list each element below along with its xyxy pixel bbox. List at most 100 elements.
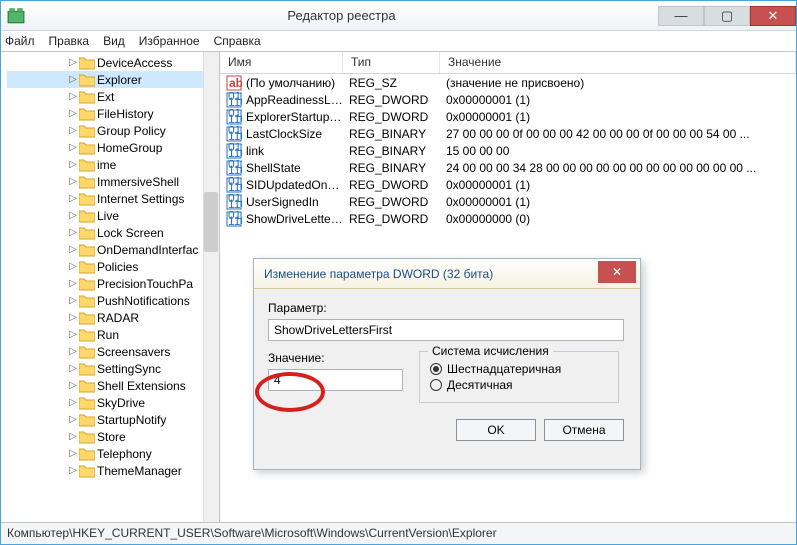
tree-item[interactable]: ▷HomeGroup (7, 139, 219, 156)
expand-icon[interactable]: ▷ (67, 91, 79, 102)
list-row[interactable]: 011110UserSignedInREG_DWORD0x00000001 (1… (220, 193, 796, 210)
tree-item[interactable]: ▷RADAR (7, 309, 219, 326)
list-row[interactable]: 011110AppReadinessLo...REG_DWORD0x000000… (220, 91, 796, 108)
reg-value-icon: 011110 (226, 92, 242, 108)
tree-item[interactable]: ▷DeviceAccess (7, 54, 219, 71)
expand-icon[interactable]: ▷ (67, 448, 79, 459)
list-header: Имя Тип Значение (220, 52, 796, 74)
svg-text:110: 110 (228, 112, 242, 125)
expand-icon[interactable]: ▷ (67, 261, 79, 272)
expand-icon[interactable]: ▷ (67, 380, 79, 391)
menu-view[interactable]: Вид (103, 34, 125, 48)
tree-item[interactable]: ▷ Ext (7, 88, 219, 105)
folder-icon (79, 328, 95, 342)
expand-icon[interactable]: ▷ (67, 329, 79, 340)
tree-item[interactable]: ▷OnDemandInterfac (7, 241, 219, 258)
folder-icon (79, 192, 95, 206)
expand-icon[interactable]: ▷ (67, 295, 79, 306)
svg-text:110: 110 (228, 95, 242, 108)
value-input[interactable] (268, 369, 403, 391)
expand-icon[interactable]: ▷ (67, 125, 79, 136)
tree-item[interactable]: ▷Run (7, 326, 219, 343)
expand-icon[interactable]: ▷ (67, 397, 79, 408)
tree-item[interactable]: ▷Store (7, 428, 219, 445)
list-row[interactable]: 011110ShowDriveLetter...REG_DWORD0x00000… (220, 210, 796, 227)
tree-item[interactable]: ▷Lock Screen (7, 224, 219, 241)
radio-hex[interactable]: Шестнадцатеричная (430, 362, 608, 376)
list-row[interactable]: ab(По умолчанию)REG_SZ(значение не присв… (220, 74, 796, 91)
menu-help[interactable]: Справка (214, 34, 261, 48)
tree-item[interactable]: ▷ ThemeManager (7, 462, 219, 479)
expand-icon[interactable]: ▷ (67, 312, 79, 323)
tree-item[interactable]: ▷SettingSync (7, 360, 219, 377)
tree-item[interactable]: ▷Internet Settings (7, 190, 219, 207)
list-row[interactable]: 011110linkREG_BINARY15 00 00 00 (220, 142, 796, 159)
expand-icon[interactable]: ▷ (67, 414, 79, 425)
col-value[interactable]: Значение (440, 52, 796, 73)
expand-icon[interactable]: ▷ (67, 159, 79, 170)
expand-icon[interactable]: ▷ (67, 176, 79, 187)
menu-favorites[interactable]: Избранное (139, 34, 200, 48)
ok-button[interactable]: OK (456, 419, 536, 441)
col-type[interactable]: Тип (343, 52, 440, 73)
radio-dec[interactable]: Десятичная (430, 378, 608, 392)
menu-edit[interactable]: Правка (49, 34, 90, 48)
svg-text:110: 110 (228, 214, 242, 227)
tree-item[interactable]: ▷Group Policy (7, 122, 219, 139)
close-button[interactable]: ✕ (750, 6, 796, 26)
titlebar[interactable]: Редактор реестра — ▢ ✕ (1, 1, 796, 31)
menu-file[interactable]: Файл (5, 34, 35, 48)
expand-icon[interactable]: ▷ (67, 244, 79, 255)
tree-item-label: ThemeManager (97, 464, 182, 478)
list-row[interactable]: 011110ExplorerStartupT...REG_DWORD0x0000… (220, 108, 796, 125)
expand-icon[interactable]: ▷ (67, 74, 79, 85)
tree-item-label: StartupNotify (97, 413, 166, 427)
list-row[interactable]: 011110ShellStateREG_BINARY24 00 00 00 34… (220, 159, 796, 176)
expand-icon[interactable]: ▷ (67, 278, 79, 289)
tree-item[interactable]: ▷SkyDrive (7, 394, 219, 411)
dialog-titlebar[interactable]: Изменение параметра DWORD (32 бита) ✕ (254, 259, 640, 289)
minimize-button[interactable]: — (658, 6, 704, 26)
tree-item[interactable]: ▷ImmersiveShell (7, 173, 219, 190)
expand-icon[interactable]: ▷ (67, 108, 79, 119)
value-type: REG_DWORD (343, 178, 440, 192)
dialog-title: Изменение параметра DWORD (32 бита) (264, 267, 493, 281)
maximize-button[interactable]: ▢ (704, 6, 750, 26)
reg-value-icon: 011110 (226, 211, 242, 227)
tree-item[interactable]: ▷Explorer (7, 71, 219, 88)
dialog-close-button[interactable]: ✕ (598, 261, 636, 283)
expand-icon[interactable]: ▷ (67, 142, 79, 153)
expand-icon[interactable]: ▷ (67, 431, 79, 442)
value-data: 0x00000001 (1) (440, 110, 796, 124)
tree-item[interactable]: ▷Live (7, 207, 219, 224)
col-name[interactable]: Имя (220, 52, 343, 73)
expand-icon[interactable]: ▷ (67, 210, 79, 221)
expand-icon[interactable]: ▷ (67, 346, 79, 357)
svg-text:110: 110 (228, 129, 242, 142)
expand-icon[interactable]: ▷ (67, 465, 79, 476)
tree-item-label: Ext (97, 90, 114, 104)
tree-item[interactable]: ▷PushNotifications (7, 292, 219, 309)
tree-item[interactable]: ▷Policies (7, 258, 219, 275)
expand-icon[interactable]: ▷ (67, 193, 79, 204)
cancel-button[interactable]: Отмена (544, 419, 624, 441)
tree-item[interactable]: ▷Telephony (7, 445, 219, 462)
tree-item-label: Shell Extensions (97, 379, 186, 393)
folder-icon (79, 413, 95, 427)
tree-item[interactable]: ▷ Shell Extensions (7, 377, 219, 394)
tree-scrollbar[interactable] (203, 52, 219, 522)
tree-item[interactable]: ▷PrecisionTouchPa (7, 275, 219, 292)
menubar: Файл Правка Вид Избранное Справка (1, 31, 796, 51)
tree-item[interactable]: ▷FileHistory (7, 105, 219, 122)
expand-icon[interactable]: ▷ (67, 363, 79, 374)
folder-icon (79, 243, 95, 257)
expand-icon[interactable]: ▷ (67, 227, 79, 238)
list-row[interactable]: 011110LastClockSizeREG_BINARY27 00 00 00… (220, 125, 796, 142)
tree-item[interactable]: ▷ime (7, 156, 219, 173)
list-row[interactable]: 011110SIDUpdatedOnLi...REG_DWORD0x000000… (220, 176, 796, 193)
tree-item[interactable]: ▷Screensavers (7, 343, 219, 360)
tree-item[interactable]: ▷ StartupNotify (7, 411, 219, 428)
edit-dword-dialog: Изменение параметра DWORD (32 бита) ✕ Па… (253, 258, 641, 470)
folder-icon (79, 124, 95, 138)
expand-icon[interactable]: ▷ (67, 57, 79, 68)
